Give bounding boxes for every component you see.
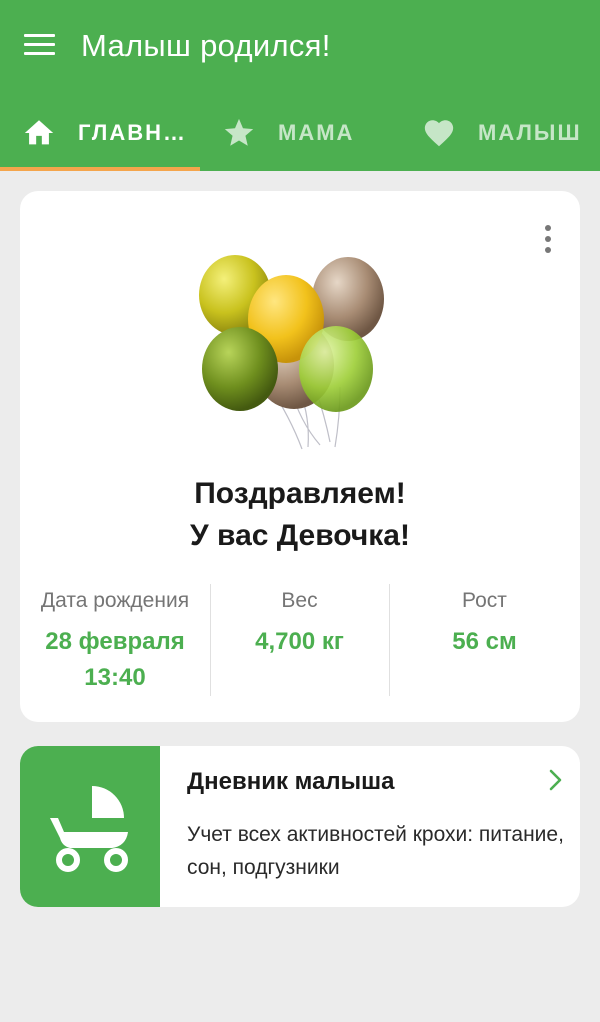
stat-label: Вес	[281, 589, 318, 612]
tab-home-label: ГЛАВНАЯ	[78, 120, 188, 145]
stroller-icon	[50, 786, 128, 872]
congratulations-message: Поздравляем! У вас Девочка!	[20, 473, 580, 557]
tab-baby[interactable]: МАЛЫШ	[400, 95, 600, 171]
active-tab-indicator	[0, 167, 200, 171]
stat-weight: Вес 4,700 кг	[210, 584, 389, 696]
stat-value: 4,700 кг	[255, 628, 344, 655]
stat-label: Дата рождения	[40, 589, 190, 612]
tab-mom-label: МАМА	[278, 120, 355, 145]
tab-home[interactable]: ГЛАВНАЯ	[0, 95, 200, 171]
diary-title: Дневник малыша	[187, 768, 395, 795]
birth-info-card: Поздравляем! У вас Девочка! Дата рождени…	[20, 191, 580, 722]
baby-diary-card[interactable]: Дневник малыша Учет всех активностей кро…	[20, 746, 580, 907]
stat-value: 56 см	[452, 628, 517, 655]
star-icon	[224, 118, 254, 146]
congrats-line-1: Поздравляем!	[194, 477, 406, 510]
tab-bar: ГЛАВНАЯ МАМА МАЛЫШ	[0, 95, 600, 171]
chevron-right-icon	[549, 769, 562, 791]
birth-stats: Дата рождения 28 февраля 13:40 Вес 4,700…	[20, 584, 580, 696]
app-title: Малыш родился!	[81, 28, 331, 63]
tab-baby-label: МАЛЫШ	[478, 120, 582, 145]
stat-value: 28 февраля	[45, 628, 185, 655]
app-bar: Малыш родился!	[0, 0, 600, 95]
stat-birth-date: Дата рождения 28 февраля 13:40	[20, 584, 210, 696]
more-vert-icon[interactable]	[544, 225, 552, 253]
hamburger-menu-icon[interactable]	[24, 34, 55, 56]
home-icon	[24, 120, 54, 145]
heart-icon	[424, 120, 454, 147]
diary-icon-box	[20, 746, 160, 907]
stat-value-time: 13:40	[84, 664, 146, 691]
congrats-line-2: У вас Девочка!	[190, 519, 410, 552]
balloons-illustration	[199, 255, 384, 450]
stat-label: Рост	[462, 589, 507, 612]
tab-mom[interactable]: МАМА	[200, 95, 400, 171]
stat-height: Рост 56 см	[389, 584, 580, 696]
diary-description: Учет всех активностей крохи: питание, со…	[187, 823, 564, 879]
